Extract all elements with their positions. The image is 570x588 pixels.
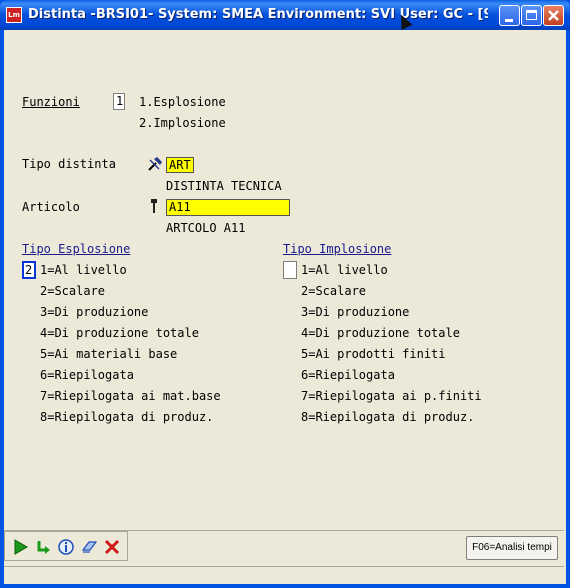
esplosione-option: 6=Riepilogata [40,368,134,382]
implosione-option: 6=Riepilogata [301,368,395,382]
f06-analisi-tempi-button[interactable]: F06=Analisi tempi [466,536,558,560]
funzioni-label: Funzioni [22,95,80,109]
tipo-esplosione-header: Tipo Esplosione [22,242,131,256]
info-icon[interactable] [57,538,75,556]
tipo-distinta-label: Tipo distinta [22,157,116,171]
maximize-button[interactable] [521,5,542,26]
funzione-option-1: 1.Esplosione [139,95,226,109]
minimize-icon [505,19,513,22]
implosione-option: 5=Ai prodotti finiti [301,347,446,361]
tipo-distinta-input[interactable]: ART [166,157,194,173]
window-title: Distinta -BRSI01- System: SMEA Environme… [28,7,488,22]
funzioni-input[interactable]: 1 [113,93,125,110]
tipo-esplosione-input[interactable]: 2 [22,261,36,279]
implosione-option: 2=Scalare [301,284,367,298]
refresh-icon[interactable] [34,538,52,556]
maximize-icon [526,10,537,20]
esplosione-option: 3=Di produzione [40,305,149,319]
implosione-option: 8=Riepilogata di produz. [301,410,475,424]
implosione-option: 1=Al livello [301,263,388,277]
bottom-status-bar [4,566,564,583]
tipo-implosione-header: Tipo Implosione [283,242,392,256]
implosione-option: 4=Di produzione totale [301,326,460,340]
title-bar[interactable]: Lm Distinta -BRSI01- System: SMEA Enviro… [0,0,570,30]
search-pin-icon[interactable] [147,156,163,172]
tipo-implosione-input[interactable] [283,261,297,279]
esplosione-option: 2=Scalare [40,284,106,298]
toolbar [4,531,128,561]
esplosione-option: 1=Al livello [40,263,127,277]
implosione-option: 3=Di produzione [301,305,410,319]
funzione-option-2: 2.Implosione [139,116,226,130]
esplosione-option: 8=Riepilogata di produz. [40,410,214,424]
articolo-label: Articolo [22,200,80,214]
app-icon: Lm [6,7,22,23]
play-icon[interactable] [11,538,29,556]
pin-icon[interactable] [149,198,159,214]
esplosione-option: 4=Di produzione totale [40,326,199,340]
articolo-input[interactable]: A11 [166,199,290,216]
eraser-icon[interactable] [80,538,98,556]
articolo-description: ARTCOLO A11 [166,221,246,235]
minimize-button[interactable] [499,5,520,26]
tipo-distinta-description: DISTINTA TECNICA [166,179,282,193]
close-button[interactable] [543,5,564,26]
esplosione-option: 7=Riepilogata ai mat.base [40,389,221,403]
form-area: Funzioni 1 1.Esplosione 2.Implosione Tip… [4,30,566,584]
esplosione-option: 5=Ai materiali base [40,347,178,361]
cancel-icon[interactable] [103,538,121,556]
implosione-option: 7=Riepilogata ai p.finiti [301,389,482,403]
close-icon [548,10,559,21]
